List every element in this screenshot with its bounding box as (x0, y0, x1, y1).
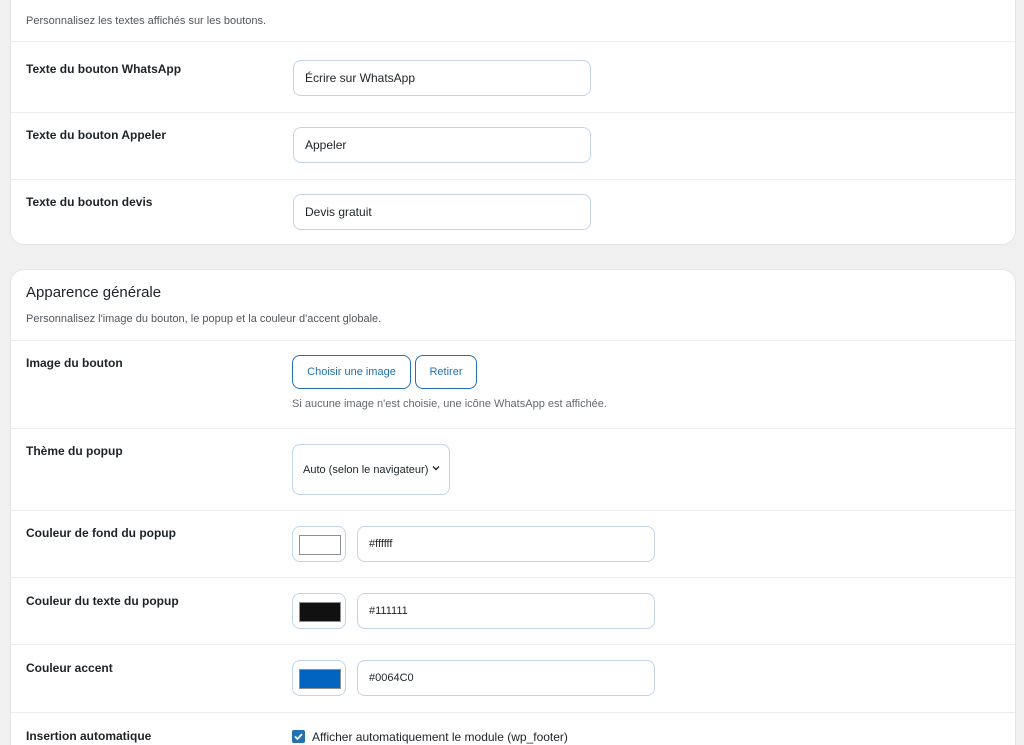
accent-color-row: Couleur accent #0064C0 (11, 644, 1015, 712)
auto-insert-checkbox-label: Afficher automatiquement le module (wp_f… (312, 730, 568, 744)
accent-color-swatch[interactable] (292, 660, 346, 696)
quote-text-label: Texte du bouton devis (26, 195, 153, 209)
accent-color-input[interactable]: #0064C0 (357, 660, 655, 696)
accent-color-fill (299, 669, 341, 689)
quote-text-input[interactable]: Devis gratuit (293, 194, 591, 230)
popup-text-color-row: Couleur du texte du popup #111111 (11, 577, 1015, 644)
quote-text-row: Texte du bouton devis Devis gratuit (11, 179, 1015, 244)
auto-insert-label: Insertion automatique (26, 729, 152, 743)
call-text-label: Texte du bouton Appeler (26, 128, 166, 142)
button-image-label: Image du bouton (26, 356, 123, 370)
auto-insert-checkbox[interactable] (292, 730, 305, 743)
image-help-text: Si aucune image n'est choisie, une icône… (292, 398, 607, 410)
popup-text-color-fill (299, 602, 341, 622)
appearance-card: Apparence générale Personnalisez l'image… (10, 269, 1016, 745)
checkmark-icon (294, 733, 303, 741)
choose-image-button[interactable]: Choisir une image (292, 355, 411, 389)
buttons-text-card: Personnalisez les textes affichés sur le… (10, 0, 1016, 245)
auto-insert-row: Insertion automatique Afficher automatiq… (11, 712, 1015, 745)
appearance-card-description: Personnalisez l'image du bouton, le popu… (26, 313, 382, 325)
remove-image-button[interactable]: Retirer (415, 355, 477, 389)
popup-bg-color-input[interactable]: #ffffff (357, 526, 655, 562)
call-text-input[interactable]: Appeler (293, 127, 591, 163)
popup-bg-color-row: Couleur de fond du popup #ffffff (11, 510, 1015, 577)
popup-theme-label: Thème du popup (26, 444, 123, 458)
popup-bg-color-swatch[interactable] (292, 526, 346, 562)
buttons-card-description: Personnalisez les textes affichés sur le… (26, 15, 267, 27)
popup-theme-selected: Auto (selon le navigateur) (303, 463, 429, 476)
button-image-row: Image du bouton Choisir une image Retire… (11, 340, 1015, 428)
popup-theme-select[interactable]: Auto (selon le navigateur) (292, 444, 450, 495)
popup-bg-color-fill (299, 535, 341, 555)
popup-theme-row: Thème du popup Auto (selon le navigateur… (11, 428, 1015, 510)
call-text-row: Texte du bouton Appeler Appeler (11, 112, 1015, 179)
popup-text-color-label: Couleur du texte du popup (26, 594, 179, 608)
whatsapp-text-label: Texte du bouton WhatsApp (26, 62, 182, 76)
chevron-down-icon (432, 466, 440, 471)
accent-color-label: Couleur accent (26, 661, 113, 675)
popup-text-color-input[interactable]: #111111 (357, 593, 655, 629)
popup-bg-color-label: Couleur de fond du popup (26, 526, 176, 540)
whatsapp-text-row: Texte du bouton WhatsApp Écrire sur What… (11, 41, 1015, 112)
whatsapp-text-input[interactable]: Écrire sur WhatsApp (293, 60, 591, 96)
appearance-card-title: Apparence générale (26, 284, 162, 301)
popup-text-color-swatch[interactable] (292, 593, 346, 629)
